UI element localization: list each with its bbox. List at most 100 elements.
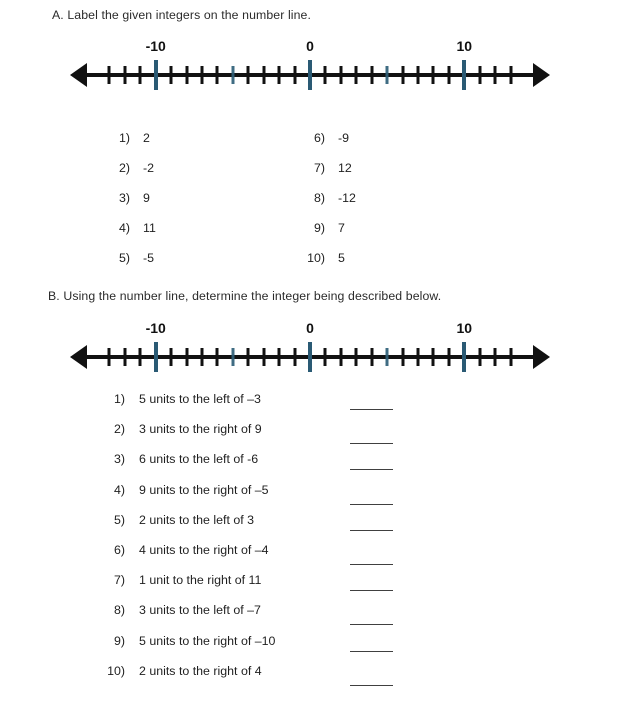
arrow-left-icon	[70, 345, 87, 369]
tick-mark	[185, 66, 189, 84]
number-line-label: 10	[456, 320, 473, 336]
answer-blank[interactable]	[350, 563, 393, 565]
tick-mark	[185, 348, 189, 366]
list-item-text: 3 units to the right of 9	[139, 422, 262, 437]
tick-mark	[493, 348, 497, 366]
list-item-text: -12	[338, 191, 356, 205]
number-line-label: -10	[145, 38, 166, 54]
tick-mark	[231, 348, 235, 366]
tick-mark	[401, 348, 405, 366]
list-item-number: 10)	[107, 663, 125, 678]
list-item-text: 2 units to the right of 4	[139, 663, 262, 678]
list-item-text: 11	[143, 221, 156, 235]
tick-mark	[200, 348, 204, 366]
answer-blank[interactable]	[350, 684, 393, 686]
number-line-label: 0	[306, 38, 314, 54]
number-line-a: -10 0 10	[70, 38, 550, 90]
tick-mark	[509, 66, 513, 84]
list-item-number: 4)	[118, 221, 130, 235]
list-item: 5) -5	[104, 251, 156, 281]
list-item: 6) 4 units to the right of –4	[99, 543, 393, 573]
tick-mark	[277, 66, 281, 84]
list-item: 5) 2 units to the left of 3	[99, 513, 393, 543]
arrow-left-icon	[70, 63, 87, 87]
tick-mark	[462, 342, 467, 372]
list-item-text: 7	[338, 221, 345, 235]
list-item-number: 8)	[113, 603, 125, 618]
list-item-number: 8)	[313, 191, 325, 205]
number-line-b: -10 0 10	[70, 320, 550, 372]
tick-mark	[385, 348, 389, 366]
list-item-number: 10)	[307, 251, 325, 265]
tick-mark	[123, 66, 127, 84]
answer-blank[interactable]	[350, 590, 393, 592]
list-item-text: 12	[338, 161, 352, 175]
tick-mark	[138, 66, 142, 84]
list-item: 1) 2	[104, 131, 156, 161]
tick-mark	[478, 66, 482, 84]
list-item: 8) -12	[299, 191, 356, 221]
list-item-number: 2)	[118, 161, 130, 175]
answer-blank[interactable]	[350, 650, 393, 652]
list-item: 9) 7	[299, 221, 356, 251]
list-item: 4) 11	[104, 221, 156, 251]
tick-mark	[215, 66, 219, 84]
answer-blank[interactable]	[350, 503, 393, 505]
number-line-label: 10	[456, 38, 473, 54]
tick-mark	[169, 66, 173, 84]
list-item-text: 6 units to the left of -6	[139, 452, 259, 467]
tick-mark	[107, 348, 111, 366]
tick-mark	[509, 348, 513, 366]
list-item-number: 7)	[313, 161, 325, 175]
list-item: 3) 6 units to the left of -6	[99, 452, 393, 482]
answer-blank[interactable]	[350, 469, 393, 471]
tick-mark	[262, 348, 266, 366]
section-a-heading: A. Label the given integers on the numbe…	[52, 8, 312, 22]
tick-mark	[262, 66, 266, 84]
answer-blank[interactable]	[350, 624, 393, 626]
tick-mark	[370, 66, 374, 84]
section-a-items-right: 6) -9 7) 12 8) -12 9) 7 10) 5	[299, 131, 356, 281]
tick-mark	[323, 66, 327, 84]
answer-blank[interactable]	[350, 529, 393, 531]
list-item-number: 6)	[313, 131, 325, 145]
list-item: 3) 9	[104, 191, 156, 221]
answer-blank[interactable]	[350, 443, 393, 445]
number-line-b-labels: -10 0 10	[70, 320, 550, 340]
tick-mark	[293, 348, 297, 366]
tick-mark	[153, 342, 158, 372]
tick-mark	[416, 348, 420, 366]
tick-mark	[416, 66, 420, 84]
tick-mark	[123, 348, 127, 366]
list-item-number: 1)	[118, 131, 130, 145]
list-item-text: 5 units to the left of –3	[139, 392, 261, 406]
list-item: 8) 3 units to the left of –7	[99, 603, 393, 633]
list-item-number: 2)	[113, 422, 125, 437]
tick-mark	[462, 60, 467, 90]
list-item-number: 4)	[113, 482, 125, 497]
list-item-text: -2	[143, 161, 155, 175]
tick-mark	[169, 348, 173, 366]
list-item-text: -9	[338, 131, 350, 145]
list-item-number: 7)	[113, 573, 125, 588]
list-item-text: 9 units to the right of –5	[139, 482, 269, 497]
list-item-text: 5	[338, 251, 345, 265]
list-item-number: 3)	[113, 452, 125, 467]
list-item-text: 2	[143, 131, 150, 145]
number-line-a-labels: -10 0 10	[70, 38, 550, 58]
tick-mark	[308, 342, 312, 372]
section-a-items-left: 1) 2 2) -2 3) 9 4) 11 5) -5	[104, 131, 156, 281]
tick-mark	[339, 66, 343, 84]
tick-mark	[200, 66, 204, 84]
tick-mark	[493, 66, 497, 84]
section-b-heading: B. Using the number line, determine the …	[48, 289, 442, 303]
tick-mark	[293, 66, 297, 84]
arrow-right-icon	[533, 63, 550, 87]
list-item: 10) 2 units to the right of 4	[99, 663, 393, 694]
tick-mark	[370, 348, 374, 366]
list-item-text: 5 units to the right of –10	[139, 633, 276, 648]
tick-mark	[138, 348, 142, 366]
tick-mark	[339, 348, 343, 366]
arrow-right-icon	[533, 345, 550, 369]
answer-blank[interactable]	[350, 409, 393, 410]
